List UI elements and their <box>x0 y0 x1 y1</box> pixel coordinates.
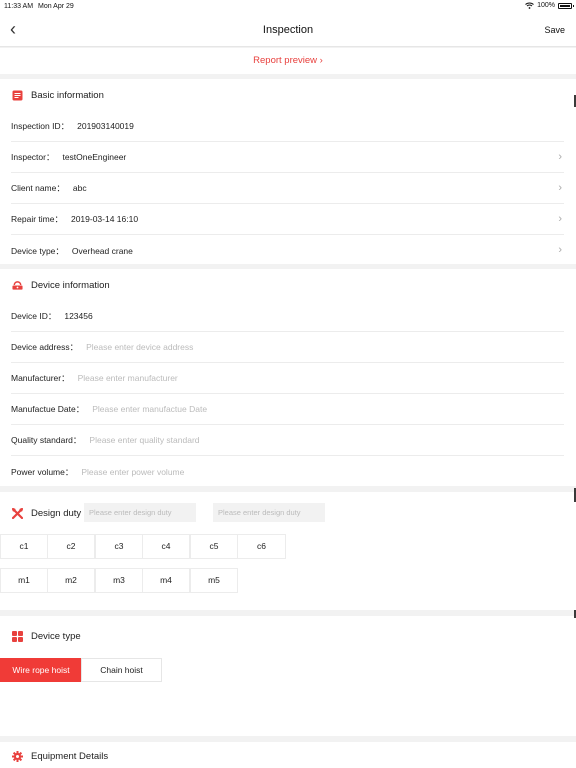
device-type-title: Device type <box>31 630 81 642</box>
duty-option-c3[interactable]: c3 <box>95 534 143 559</box>
design-duty-input-2[interactable]: Please enter design duty <box>213 503 325 522</box>
battery-icon <box>558 2 574 9</box>
battery-percent: 100% <box>537 2 555 9</box>
inspector-row[interactable]: Inspector： testOneEngineer › <box>11 142 564 173</box>
wire-rope-hoist-option[interactable]: Wire rope hoist <box>0 658 82 682</box>
duty-option-m5[interactable]: m5 <box>190 568 238 593</box>
device-address-row: Device address： Please enter device addr… <box>11 332 564 363</box>
tools-icon <box>12 507 23 519</box>
device-address-input[interactable]: Please enter device address <box>86 342 193 352</box>
row-value: abc <box>72 183 87 193</box>
row-label: Inspection ID： <box>11 121 70 131</box>
duty-option-m4[interactable]: m4 <box>142 568 190 593</box>
row-label: Power volume： <box>11 466 74 477</box>
manufacturer-row: Manufacturer： Please enter manufacturer <box>11 363 564 394</box>
row-label: Device ID： <box>11 311 57 321</box>
basic-info-title: Basic information <box>31 89 104 101</box>
duty-option-c1[interactable]: c1 <box>0 534 48 559</box>
status-right: 100% <box>525 2 574 9</box>
duty-option-c4[interactable]: c4 <box>142 534 190 559</box>
device-id-row: Device ID： 123456 <box>11 301 564 332</box>
chain-hoist-option[interactable]: Chain hoist <box>81 658 162 682</box>
row-label: Manufacturer： <box>11 373 70 383</box>
chevron-right-icon: › <box>558 151 562 163</box>
duty-option-m3[interactable]: m3 <box>95 568 143 593</box>
wifi-icon <box>525 2 534 9</box>
page-title: Inspection <box>262 24 314 36</box>
row-value: 2019-03-14 16:10 <box>70 214 139 224</box>
device-info-section: Device information Device ID： 123456 Dev… <box>0 269 576 486</box>
power-volume-input[interactable]: Please enter power volume <box>81 467 184 477</box>
equipment-details-title: Equipment Details <box>31 750 109 762</box>
inspection-screen: 11:33 AM Mon Apr 29 100% ‹ Inspection Sa… <box>0 0 576 768</box>
quality-standard-input[interactable]: Please enter quality standard <box>89 435 199 445</box>
design-duty-title: Design duty <box>31 507 82 519</box>
document-icon <box>12 90 23 101</box>
repair-time-row[interactable]: Repair time： 2019-03-14 16:10 › <box>11 204 564 235</box>
status-date: Mon Apr 29 <box>38 3 74 10</box>
design-duty-section: Design duty Please enter design duty Ple… <box>0 492 576 610</box>
chevron-right-icon: › <box>558 244 562 256</box>
row-label: Inspector： <box>11 152 55 162</box>
chevron-right-icon: › <box>558 213 562 225</box>
duty-option-m1[interactable]: m1 <box>0 568 48 593</box>
manufacturer-input[interactable]: Please enter manufacturer <box>78 373 178 383</box>
equipment-details-header: Equipment Details <box>0 742 576 768</box>
basic-info-section: Basic information Inspection ID： 2019031… <box>0 79 576 264</box>
gear-icon <box>12 750 23 762</box>
row-label: Repair time： <box>11 214 63 224</box>
device-info-title: Device information <box>31 279 110 291</box>
inspection-id-row: Inspection ID： 201903140019 <box>11 111 564 142</box>
duty-option-c2[interactable]: c2 <box>47 534 95 559</box>
chevron-right-icon: › <box>558 182 562 194</box>
manufacture-date-input[interactable]: Please enter manufactue Date <box>92 404 207 414</box>
row-label: Device type： <box>11 245 64 256</box>
row-label: Device address： <box>11 342 79 352</box>
row-label: Client name： <box>11 183 65 193</box>
quality-standard-row: Quality standard： Please enter quality s… <box>11 425 564 456</box>
device-icon <box>12 280 23 291</box>
navigation-bar: ‹ Inspection Save <box>0 13 576 47</box>
duty-option-c5[interactable]: c5 <box>190 534 238 559</box>
duty-option-m2[interactable]: m2 <box>47 568 95 593</box>
device-type-row[interactable]: Device type： Overhead crane › <box>11 235 564 266</box>
device-info-rows: Device ID： 123456 Device address： Please… <box>0 301 576 487</box>
row-value: testOneEngineer <box>62 152 127 162</box>
row-label: Quality standard： <box>11 435 82 445</box>
row-value: Overhead crane <box>71 245 133 256</box>
power-volume-row: Power volume： Please enter power volume <box>11 456 564 487</box>
design-duty-input-1[interactable]: Please enter design duty <box>84 503 196 522</box>
duty-option-c6[interactable]: c6 <box>237 534 286 559</box>
row-label: Manufactue Date： <box>11 404 85 414</box>
status-bar: 11:33 AM Mon Apr 29 100% <box>0 0 576 13</box>
manufacture-date-row: Manufactue Date： Please enter manufactue… <box>11 394 564 425</box>
equipment-details-section: Equipment Details <box>0 742 576 768</box>
row-value: 123456 <box>64 311 93 321</box>
status-time: 11:33 AM <box>4 3 34 10</box>
report-preview-link[interactable]: Report preview › <box>0 48 576 74</box>
grid-icon <box>12 630 23 642</box>
row-value: 201903140019 <box>77 121 134 131</box>
basic-info-rows: Inspection ID： 201903140019 Inspector： t… <box>0 111 576 266</box>
basic-info-header: Basic information <box>0 79 576 111</box>
device-info-header: Device information <box>0 269 576 301</box>
device-type-section: Device type Wire rope hoist Chain hoist <box>0 616 576 736</box>
device-type-header: Device type <box>0 616 576 656</box>
client-name-row[interactable]: Client name： abc › <box>11 173 564 204</box>
save-button[interactable]: Save <box>544 25 565 35</box>
